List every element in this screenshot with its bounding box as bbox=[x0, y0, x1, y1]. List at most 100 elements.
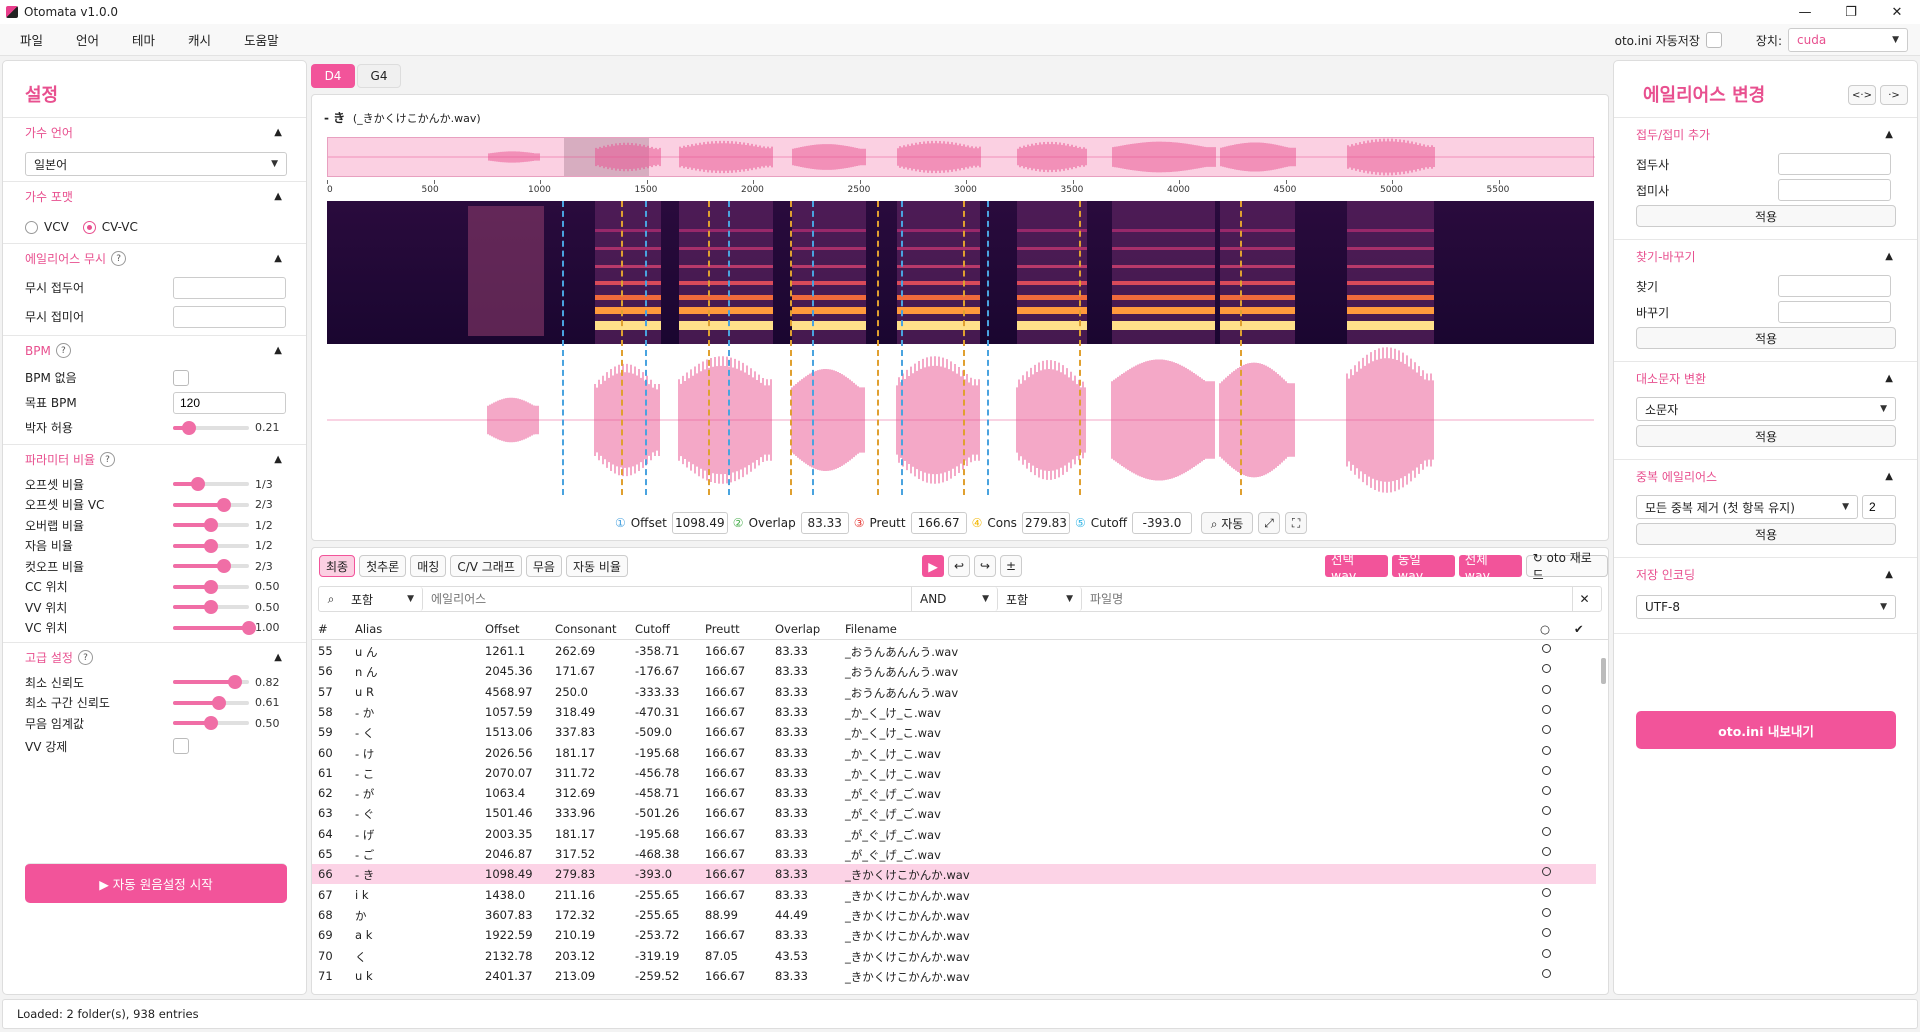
reload-oto-button[interactable]: ↻ oto 재로드 bbox=[1525, 551, 1608, 582]
time-marker[interactable] bbox=[901, 201, 903, 495]
view-silence-button[interactable]: 무음 bbox=[525, 555, 562, 577]
slider-handle[interactable] bbox=[191, 477, 206, 491]
all-wav-button[interactable]: 전체 wav bbox=[1458, 552, 1522, 583]
view-auto-ratio-button[interactable]: 자동 비율 bbox=[565, 555, 628, 577]
radio-vcv[interactable] bbox=[25, 220, 38, 234]
status-circle-icon[interactable] bbox=[1542, 644, 1551, 653]
col-index[interactable]: # bbox=[318, 622, 328, 636]
advanced-slider[interactable] bbox=[173, 675, 249, 689]
table-row[interactable]: 68 か 3607.83 172.32 -255.65 88.99 44.49 _きかくけこか… bbox=[312, 905, 1596, 925]
dup-count-input[interactable] bbox=[1862, 495, 1896, 519]
ratio-slider[interactable] bbox=[173, 477, 249, 491]
view-final-button[interactable]: 최종 bbox=[319, 555, 356, 577]
ignore-prefix-input[interactable] bbox=[173, 276, 286, 299]
col-check[interactable]: ✔ bbox=[1574, 622, 1584, 636]
time-marker[interactable] bbox=[621, 201, 623, 495]
collapse-icon[interactable]: ▲ bbox=[274, 191, 282, 202]
close-button[interactable]: ✕ bbox=[1874, 0, 1920, 24]
encoding-select[interactable]: UTF-8 ▼ bbox=[1636, 595, 1896, 619]
col-filename[interactable]: Filename bbox=[845, 622, 897, 636]
col-consonant[interactable]: Consonant bbox=[555, 622, 617, 636]
same-wav-button[interactable]: 동일 wav bbox=[1391, 552, 1455, 583]
replace-apply-button[interactable]: 적용 bbox=[1636, 327, 1896, 349]
section-case[interactable]: 대소문자 변환 ▲ bbox=[1614, 361, 1917, 395]
collapse-icon[interactable]: ▲ bbox=[1885, 471, 1893, 482]
dup-mode-select[interactable]: 모든 중복 제거 (첫 항목 유지) ▼ bbox=[1636, 495, 1858, 519]
section-affix[interactable]: 접두/접미 추가 ▲ bbox=[1614, 117, 1917, 151]
plus-minus-icon[interactable]: ± bbox=[1000, 555, 1022, 577]
advanced-slider[interactable] bbox=[173, 716, 249, 730]
slider-handle[interactable] bbox=[216, 497, 231, 512]
fit-icon[interactable]: ⤢ bbox=[1258, 512, 1281, 534]
col-preutt[interactable]: Preutt bbox=[705, 622, 740, 636]
table-row[interactable]: 66 - き 1098.49 279.83 -393.0 166.67 83.33 _きかくけ… bbox=[312, 864, 1596, 885]
ratio-slider[interactable] bbox=[173, 579, 249, 594]
ratio-slider[interactable] bbox=[173, 538, 249, 553]
vv-force-checkbox[interactable] bbox=[173, 738, 189, 754]
device-select[interactable]: cuda ▼ bbox=[1788, 28, 1908, 52]
export-oto-button[interactable]: oto.ini 내보내기 bbox=[1636, 711, 1896, 749]
menu-language[interactable]: 언어 bbox=[63, 30, 112, 49]
alias-filter-input[interactable] bbox=[423, 587, 912, 611]
file-filter-mode[interactable]: 포함 ▼ bbox=[998, 587, 1082, 611]
section-singer-format[interactable]: 가수 포맷 ▲ bbox=[3, 181, 306, 211]
slider-handle[interactable] bbox=[181, 421, 196, 435]
ignore-suffix-input[interactable] bbox=[173, 305, 286, 328]
status-circle-icon[interactable] bbox=[1542, 867, 1551, 877]
slider-handle[interactable] bbox=[204, 600, 218, 614]
section-replace[interactable]: 찾기-바꾸기 ▲ bbox=[1614, 239, 1917, 273]
table-row[interactable]: 61 - こ 2070.07 311.72 -456.78 166.67 83.33 _か_く… bbox=[312, 763, 1596, 783]
section-param-ratio[interactable]: 파라미터 비율? ▲ bbox=[3, 444, 306, 474]
table-row[interactable]: 70 く 2132.78 203.12 -319.19 87.05 43.53 _きかくけこか… bbox=[312, 946, 1596, 966]
cons-input[interactable]: 279.83 bbox=[1021, 512, 1070, 534]
collapse-icon[interactable]: ▲ bbox=[274, 253, 282, 264]
auto-button[interactable]: ⌕ 자동 bbox=[1201, 512, 1254, 534]
prefix-input[interactable] bbox=[1778, 153, 1891, 175]
time-marker[interactable] bbox=[1240, 201, 1242, 495]
section-singer-language[interactable]: 가수 언어 ▲ bbox=[3, 117, 306, 147]
case-apply-button[interactable]: 적용 bbox=[1636, 425, 1896, 447]
maximize-button[interactable]: ❐ bbox=[1828, 0, 1874, 24]
slider-handle[interactable] bbox=[242, 620, 256, 635]
file-filter-input[interactable] bbox=[1082, 587, 1572, 611]
bpm-none-checkbox[interactable] bbox=[173, 369, 189, 386]
status-circle-icon[interactable] bbox=[1542, 765, 1551, 775]
time-marker[interactable] bbox=[790, 201, 792, 495]
status-circle-icon[interactable] bbox=[1542, 887, 1551, 897]
auto-start-button[interactable]: ▶ 자동 원음설정 시작 bbox=[25, 863, 287, 903]
slider-handle[interactable] bbox=[204, 716, 218, 730]
collapse-icon[interactable]: ▲ bbox=[274, 345, 282, 356]
fullscreen-icon[interactable]: ⛶ bbox=[1285, 512, 1308, 534]
table-row[interactable]: 59 - く 1513.06 337.83 -509.0 166.67 83.33 _か_く_… bbox=[312, 722, 1596, 742]
play-icon[interactable]: ▶ bbox=[922, 555, 944, 577]
menu-file[interactable]: 파일 bbox=[7, 30, 56, 49]
status-circle-icon[interactable] bbox=[1542, 826, 1551, 836]
menu-cache[interactable]: 캐시 bbox=[175, 30, 224, 49]
collapse-icon[interactable]: ▲ bbox=[1885, 129, 1893, 140]
prev-icon[interactable]: ↩ bbox=[948, 555, 970, 577]
suffix-input[interactable] bbox=[1778, 179, 1891, 201]
status-circle-icon[interactable] bbox=[1542, 948, 1551, 958]
status-circle-icon[interactable] bbox=[1542, 725, 1551, 735]
collapse-icon[interactable]: ▲ bbox=[1885, 569, 1893, 580]
tab-g4[interactable]: G4 bbox=[357, 64, 401, 88]
table-row[interactable]: 63 - ぐ 1501.46 333.96 -501.26 166.67 83.33 _が_ぐ… bbox=[312, 803, 1596, 823]
help-icon[interactable]: ? bbox=[55, 343, 71, 358]
slider-handle[interactable] bbox=[204, 579, 218, 594]
table-row[interactable]: 69 a k 1922.59 210.19 -253.72 166.67 83.33 _きかく… bbox=[312, 925, 1596, 945]
view-first-infer-button[interactable]: 첫추론 bbox=[359, 555, 407, 577]
slider-handle[interactable] bbox=[204, 538, 218, 553]
menu-help[interactable]: 도움말 bbox=[231, 30, 292, 49]
collapse-icon[interactable]: ▲ bbox=[1885, 251, 1893, 262]
spectrogram[interactable] bbox=[327, 201, 1594, 344]
help-icon[interactable]: ? bbox=[111, 251, 127, 266]
expand-all-icon[interactable]: ·> bbox=[1880, 85, 1908, 105]
slider-handle[interactable] bbox=[216, 559, 231, 573]
table-row[interactable]: 65 - ご 2046.87 317.52 -468.38 166.67 83.33 _が_ぐ… bbox=[312, 844, 1596, 864]
table-row[interactable]: 67 i k 1438.0 211.16 -255.65 166.67 83.33 _きかくけ… bbox=[312, 885, 1596, 905]
preutt-input[interactable]: 166.67 bbox=[910, 512, 967, 534]
slider-handle[interactable] bbox=[228, 675, 243, 689]
selected-wav-button[interactable]: 선택 wav bbox=[1325, 552, 1388, 583]
status-circle-icon[interactable] bbox=[1542, 806, 1551, 816]
table-row[interactable]: 60 - け 2026.56 181.17 -195.68 166.67 83.33 _か_く… bbox=[312, 743, 1596, 763]
